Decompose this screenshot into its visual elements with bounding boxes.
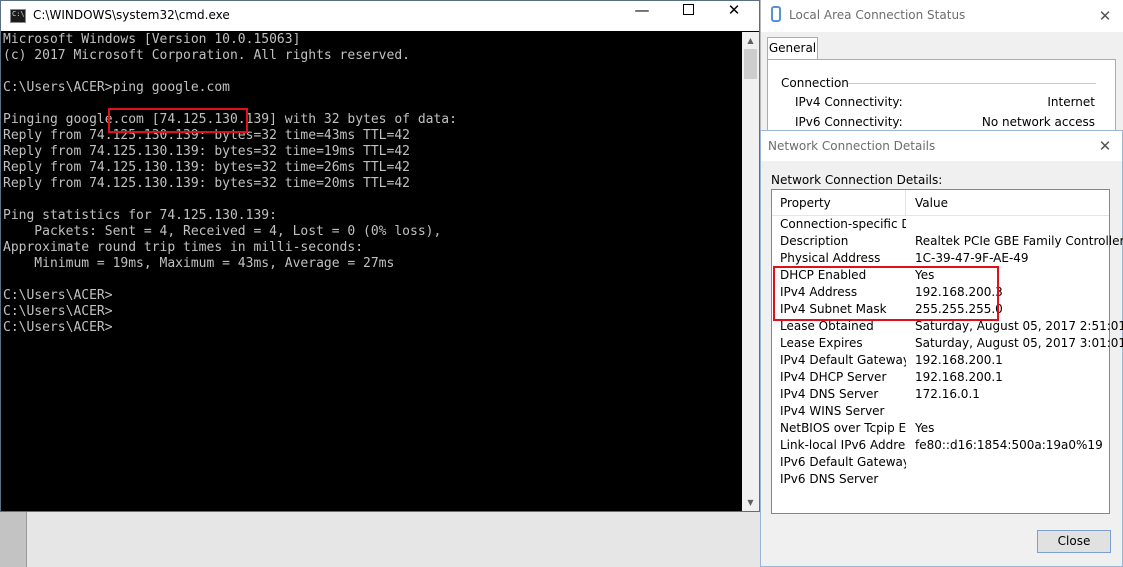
property-cell: IPv6 DNS Server: [780, 472, 879, 486]
console-line: Ping statistics for 74.125.130.139:: [3, 208, 277, 223]
maximize-icon: [682, 3, 694, 15]
property-cell: Physical Address: [780, 251, 881, 265]
console-line: Minimum = 19ms, Maximum = 43ms, Average …: [3, 256, 395, 271]
console-line: Reply from 74.125.130.139: bytes=32 time…: [3, 160, 410, 175]
row-value: No network access: [981, 115, 1095, 129]
console-line: C:\Users\ACER>: [3, 304, 113, 319]
vertical-scrollbar[interactable]: ▲ ▼: [742, 32, 759, 511]
console-line: Approximate round trip times in milli-se…: [3, 240, 364, 255]
property-cell: Lease Expires: [780, 336, 863, 350]
ip-highlight-box: [773, 266, 999, 321]
property-cell: IPv4 DHCP Server: [780, 370, 887, 384]
network-adapter-icon: [771, 6, 781, 22]
cmd-titlebar[interactable]: C:\WINDOWS\system32\cmd.exe — ✕: [1, 1, 759, 31]
console-line: C:\Users\ACER>: [3, 320, 113, 335]
background-window: [0, 512, 760, 567]
console-line: C:\Users\ACER>: [3, 288, 113, 303]
details-heading: Network Connection Details:: [771, 173, 943, 187]
ipv6-connectivity-row: IPv6 Connectivity: No network access: [795, 115, 1095, 129]
property-cell: IPv6 Default Gateway: [780, 455, 906, 469]
row-label: IPv6 Connectivity:: [795, 115, 903, 129]
value-cell: Saturday, August 05, 2017 3:01:01 PM: [915, 336, 1123, 350]
connection-section-label: Connection: [781, 76, 849, 90]
tab-general[interactable]: General: [767, 37, 818, 60]
ipv4-connectivity-row: IPv4 Connectivity: Internet: [795, 95, 1095, 109]
value-cell: fe80::d16:1854:500a:19a0%19: [915, 438, 1103, 452]
property-cell: Link-local IPv6 Address: [780, 438, 906, 452]
list-item[interactable]: IPv4 DHCP Server 192.168.200.1: [772, 369, 1109, 386]
maximize-button[interactable]: [665, 1, 711, 31]
property-cell: Connection-specific DN...: [780, 217, 906, 231]
list-item[interactable]: Connection-specific DN...: [772, 216, 1109, 233]
console-line: Reply from 74.125.130.139: bytes=32 time…: [3, 176, 410, 191]
cmd-window[interactable]: C:\WINDOWS\system32\cmd.exe — ✕ Microsof…: [0, 0, 760, 512]
status-close-button[interactable]: ✕: [1094, 5, 1116, 27]
list-header: Property Value: [772, 190, 1109, 216]
console-line: C:\Users\ACER>ping google.com: [3, 80, 230, 95]
property-cell: Description: [780, 234, 849, 248]
property-cell: NetBIOS over Tcpip En...: [780, 421, 906, 435]
console-line: Reply from 74.125.130.139: bytes=32 time…: [3, 144, 410, 159]
list-item[interactable]: NetBIOS over Tcpip En... Yes: [772, 420, 1109, 437]
list-item[interactable]: Lease Expires Saturday, August 05, 2017 3…: [772, 335, 1123, 352]
value-cell: 192.168.200.1: [915, 370, 1003, 384]
general-panel: Connection IPv4 Connectivity: Internet I…: [767, 59, 1116, 139]
list-item[interactable]: IPv4 DNS Server 172.16.0.1: [772, 386, 1109, 403]
close-button[interactable]: ✕: [711, 1, 757, 31]
list-item[interactable]: IPv6 Default Gateway: [772, 454, 1109, 471]
value-cell: 192.168.200.1: [915, 353, 1003, 367]
list-item[interactable]: IPv4 WINS Server: [772, 403, 1109, 420]
details-title: Network Connection Details: [768, 139, 936, 153]
console-line: (c) 2017 Microsoft Corporation. All righ…: [3, 48, 410, 63]
property-cell: IPv4 Default Gateway: [780, 353, 906, 367]
scroll-up-icon[interactable]: ▲: [742, 32, 759, 49]
value-cell: Yes: [915, 421, 935, 435]
property-cell: IPv4 WINS Server: [780, 404, 885, 418]
console-line: Microsoft Windows [Version 10.0.15063]: [3, 32, 301, 47]
list-item[interactable]: Description Realtek PCIe GBE Family Contr…: [772, 233, 1123, 250]
details-rows: Connection-specific DN... Description Rea…: [772, 216, 1123, 488]
section-divider: [848, 83, 1096, 84]
background-window-panel: [26, 512, 760, 567]
scroll-thumb[interactable]: [744, 49, 757, 79]
command-highlight-box: [108, 108, 248, 133]
row-label: IPv4 Connectivity:: [795, 95, 903, 109]
value-cell: 1C-39-47-9F-AE-49: [915, 251, 1029, 265]
value-cell: Realtek PCIe GBE Family Controller: [915, 234, 1123, 248]
value-cell: 172.16.0.1: [915, 387, 980, 401]
column-header-property[interactable]: Property: [772, 190, 906, 216]
status-title: Local Area Connection Status: [789, 8, 966, 22]
connection-details-window[interactable]: Network Connection Details ✕ Network Con…: [760, 130, 1123, 567]
list-item[interactable]: Physical Address 1C-39-47-9F-AE-49: [772, 250, 1109, 267]
details-list[interactable]: Property Value Connection-specific DN...…: [771, 189, 1123, 514]
details-close-icon[interactable]: ✕: [1094, 135, 1116, 157]
property-cell: IPv4 DNS Server: [780, 387, 879, 401]
close-button[interactable]: Close: [1037, 530, 1111, 553]
console-icon: [10, 9, 26, 23]
list-item[interactable]: IPv6 DNS Server: [772, 471, 1109, 488]
scroll-down-icon[interactable]: ▼: [742, 494, 759, 511]
cmd-title: C:\WINDOWS\system32\cmd.exe: [33, 8, 230, 22]
console-line: Packets: Sent = 4, Received = 4, Lost = …: [3, 224, 442, 239]
minimize-button[interactable]: —: [619, 1, 665, 31]
column-header-value[interactable]: Value: [907, 190, 1107, 216]
list-item[interactable]: IPv4 Default Gateway 192.168.200.1: [772, 352, 1109, 369]
row-value: Internet: [1047, 95, 1095, 109]
console-output[interactable]: Microsoft Windows [Version 10.0.15063] (…: [3, 32, 741, 510]
details-titlebar[interactable]: Network Connection Details ✕: [761, 131, 1122, 161]
status-titlebar[interactable]: Local Area Connection Status ✕: [761, 0, 1123, 32]
list-item[interactable]: Link-local IPv6 Address fe80::d16:1854:50…: [772, 437, 1109, 454]
